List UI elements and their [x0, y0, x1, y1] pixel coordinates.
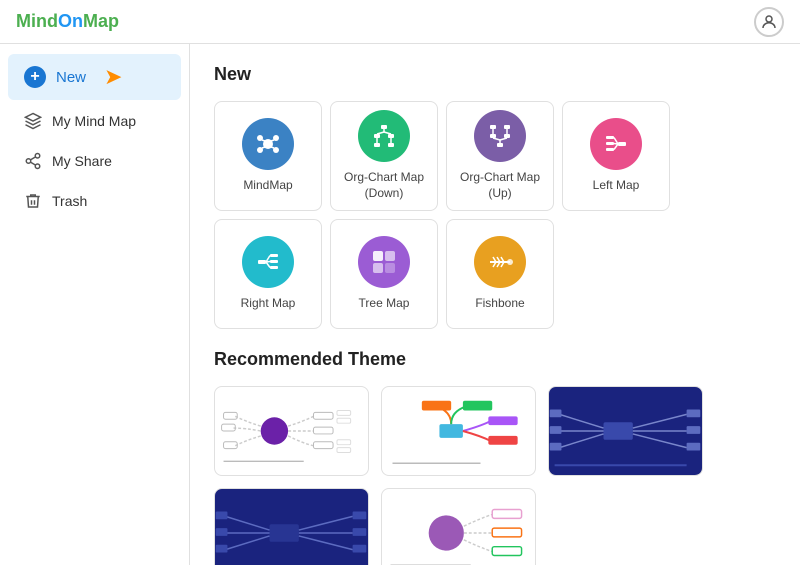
theme-section-title: Recommended Theme [214, 349, 776, 370]
theme-card-2[interactable] [381, 386, 536, 476]
right-map-label: Right Map [241, 296, 296, 312]
left-map-label: Left Map [593, 178, 640, 194]
left-map-icon [590, 118, 642, 170]
theme-grid [214, 386, 776, 565]
sidebar-my-share-label: My Share [52, 153, 112, 169]
fishbone-icon [474, 236, 526, 288]
fishbone-label: Fishbone [475, 296, 524, 312]
theme-card-3[interactable] [548, 386, 703, 476]
theme-card-5[interactable] [381, 488, 536, 565]
org-up-label: Org-Chart Map (Up) [447, 170, 553, 201]
map-card-mindmap[interactable]: MindMap [214, 101, 322, 211]
org-down-label: Org-Chart Map(Down) [344, 170, 424, 201]
arrow-icon: ➤ [104, 64, 122, 90]
sidebar-new-label: New [56, 69, 86, 86]
map-card-tree[interactable]: Tree Map [330, 219, 438, 329]
map-card-left[interactable]: Left Map [562, 101, 670, 211]
logo-mind: Mind [16, 11, 58, 32]
org-down-icon [358, 110, 410, 162]
map-card-fishbone[interactable]: Fishbone [446, 219, 554, 329]
main-content: New MindMap [190, 44, 800, 565]
logo-map: Map [83, 11, 119, 32]
theme-card-4[interactable] [214, 488, 369, 565]
header: Mind On Map [0, 0, 800, 44]
body-wrap: + New ➤ My Mind Map [0, 44, 800, 565]
map-card-org-down[interactable]: Org-Chart Map(Down) [330, 101, 438, 211]
sidebar-item-my-mind-map[interactable]: My Mind Map [8, 102, 181, 140]
sidebar-my-mind-map-label: My Mind Map [52, 113, 136, 129]
mindmap-label: MindMap [243, 178, 292, 194]
new-section-title: New [214, 64, 776, 85]
trash-icon [24, 192, 42, 210]
tree-map-icon [358, 236, 410, 288]
logo-on: On [58, 11, 83, 32]
sidebar-trash-label: Trash [52, 193, 87, 209]
tree-map-label: Tree Map [359, 296, 410, 312]
theme-card-1[interactable] [214, 386, 369, 476]
sidebar: + New ➤ My Mind Map [0, 44, 190, 565]
map-card-right[interactable]: Right Map [214, 219, 322, 329]
profile-icon[interactable] [754, 7, 784, 37]
right-map-icon [242, 236, 294, 288]
plus-icon: + [24, 66, 46, 88]
sidebar-item-my-share[interactable]: My Share [8, 142, 181, 180]
org-up-icon [474, 110, 526, 162]
map-card-org-up[interactable]: Org-Chart Map (Up) [446, 101, 554, 211]
sidebar-item-trash[interactable]: Trash [8, 182, 181, 220]
mindmap-icon [242, 118, 294, 170]
layers-icon [24, 112, 42, 130]
sidebar-item-new[interactable]: + New ➤ [8, 54, 181, 100]
share-icon [24, 152, 42, 170]
logo: Mind On Map [16, 11, 119, 32]
map-cards-grid: MindMap [214, 101, 776, 329]
